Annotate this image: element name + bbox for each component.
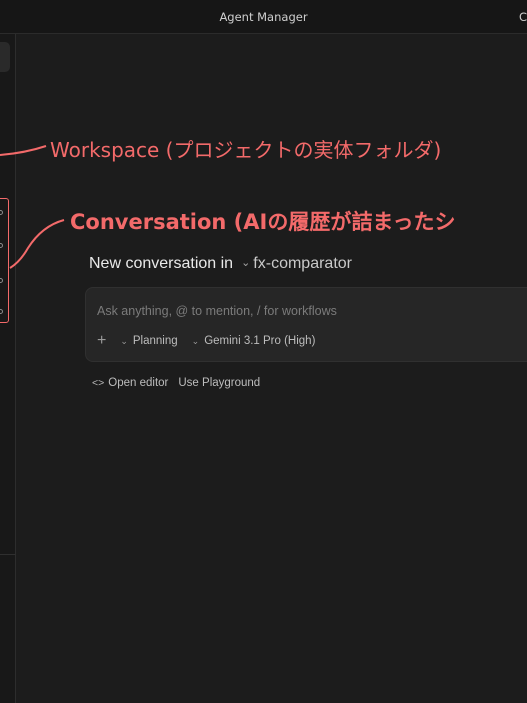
chevron-down-icon: ⌄ [120,336,128,346]
workspace-selector[interactable]: fx-comparator [253,255,352,272]
mode-label: Planning [132,335,178,347]
conversation-annotation: Conversation (AIの履歴が詰まったシ [70,210,456,234]
quick-links: <> Open editor Use Playground [92,377,260,389]
prompt-input[interactable]: Ask anything, @ to mention, / for workfl… [97,304,337,318]
sidebar-divider [0,554,16,555]
prompt-options: + ⌄ Planning ⌄ Gemini 3.1 Pro (High) [97,333,316,349]
model-selector[interactable]: ⌄ Gemini 3.1 Pro (High) [192,335,316,347]
open-editor-label: Open editor [108,377,169,389]
code-icon: <> [92,377,105,389]
sidebar-top-button[interactable] [0,42,10,72]
title-bar-right-label[interactable]: C [519,10,527,24]
window-title: Agent Manager [219,10,308,24]
new-conversation-heading: New conversation in ⌄ fx-comparator [89,255,352,273]
title-bar: Agent Manager C [0,0,527,34]
open-editor-link[interactable]: <> Open editor [92,377,168,389]
new-conversation-label: New conversation in [89,255,234,272]
use-playground-link[interactable]: Use Playground [178,377,260,389]
chevron-down-icon: ⌄ [191,336,200,346]
mode-selector[interactable]: ⌄ Planning [120,335,177,347]
conversation-list-highlight [0,198,9,323]
workspace-annotation: Workspace (プロジェクトの実体フォルダ) [50,138,442,162]
chevron-down-icon[interactable]: ⌄ [241,256,250,269]
model-label: Gemini 3.1 Pro (High) [204,335,316,347]
sidebar [0,34,16,703]
prompt-input-box[interactable]: Ask anything, @ to mention, / for workfl… [85,287,527,362]
add-icon[interactable]: + [97,333,106,349]
